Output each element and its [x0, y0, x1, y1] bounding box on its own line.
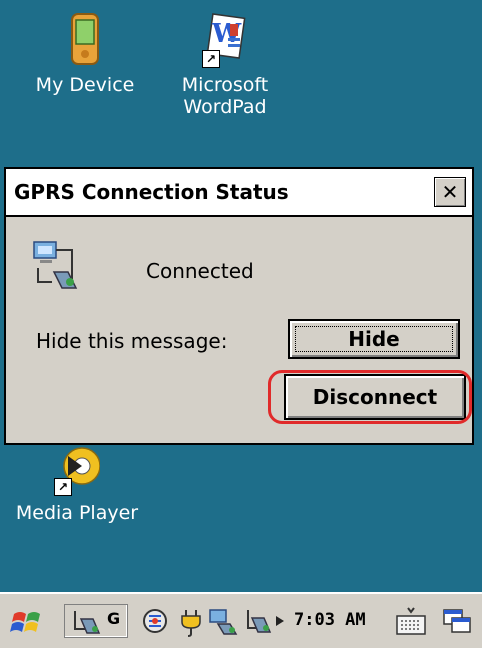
windows-flag-icon	[10, 612, 40, 632]
desktop-icon-wordpad[interactable]: W ↗ Microsoft WordPad	[170, 12, 280, 118]
desktop-icon-label: My Device	[35, 74, 135, 96]
hide-button[interactable]: Hide	[288, 319, 460, 359]
tray-power-button[interactable]	[176, 604, 206, 638]
wordpad-icon: W ↗	[202, 12, 248, 68]
desktop-icon-my-device[interactable]: My Device	[20, 12, 150, 96]
dialog-title-bar: GPRS Connection Status ✕	[6, 169, 472, 217]
desktop-icon-label: Media Player	[15, 502, 139, 524]
connection-status-text: Connected	[146, 259, 254, 283]
connectivity-icon	[74, 611, 101, 634]
desktop-icon-label: WordPad	[183, 96, 267, 118]
desktop-icon-media-player[interactable]: ↗ Media Player	[12, 446, 142, 524]
dialog-title: GPRS Connection Status	[14, 180, 289, 204]
network-icon	[143, 609, 167, 633]
power-plug-icon	[181, 610, 201, 637]
desktop-switch-icon	[443, 609, 471, 633]
focus-rectangle	[295, 326, 453, 352]
close-icon: ✕	[441, 180, 459, 204]
start-button[interactable]	[8, 604, 48, 638]
tray-sync-button[interactable]	[208, 604, 240, 638]
tray-network-button[interactable]	[140, 604, 170, 638]
pda-device-icon	[62, 12, 108, 68]
tray-input-button[interactable]	[394, 604, 428, 638]
close-button[interactable]: ✕	[434, 177, 466, 207]
shortcut-arrow-icon: ↗	[54, 478, 72, 496]
hide-message-label: Hide this message:	[36, 329, 228, 353]
gprs-taskbar-button[interactable]: G	[64, 604, 128, 638]
disconnect-button-label: Disconnect	[312, 385, 438, 409]
clock[interactable]: 7:03 AM	[294, 610, 366, 630]
sync-icon	[209, 609, 238, 635]
connectivity-icon	[247, 610, 284, 633]
disconnect-button[interactable]: Disconnect	[284, 374, 466, 420]
taskbar: G 7:03 AM	[0, 592, 482, 648]
keyboard-input-icon	[396, 607, 426, 635]
tray-connection-button[interactable]	[244, 604, 290, 638]
media-player-icon: ↗	[54, 446, 101, 496]
network-connection-icon	[32, 238, 92, 292]
desktop-icon-label: Microsoft	[181, 74, 269, 96]
shortcut-arrow-icon: ↗	[202, 50, 220, 68]
desktop-switch-button[interactable]	[440, 604, 474, 638]
gprs-indicator: G	[107, 609, 121, 628]
gprs-status-dialog: GPRS Connection Status ✕ Connected Hide …	[4, 167, 474, 445]
